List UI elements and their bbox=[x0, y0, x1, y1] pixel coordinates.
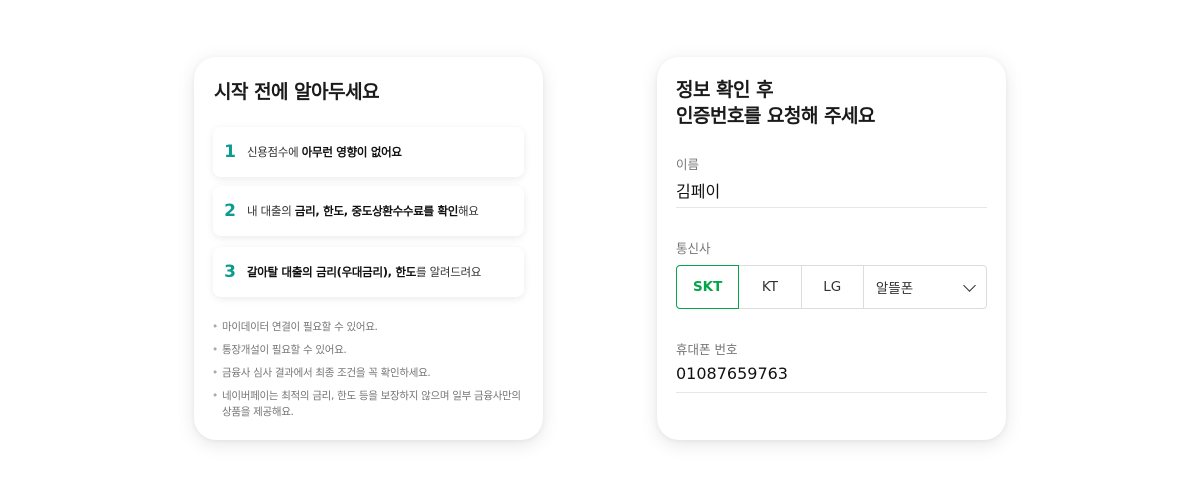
notice-title: 시작 전에 알아두세요 bbox=[214, 81, 380, 103]
carrier-selector: SKT KT LG 알뜰폰 bbox=[676, 265, 987, 309]
form-title: 정보 확인 후 인증번호를 요청해 주세요 bbox=[676, 79, 876, 127]
carrier-option-lg[interactable]: LG bbox=[800, 266, 863, 308]
note-item: • 통장개설이 필요할 수 있어요. bbox=[212, 344, 347, 356]
step-text: 신용점수에 아무런 영향이 없어요 bbox=[247, 145, 402, 159]
note-item: • 금융사 심사 결과에서 최종 조건을 꼭 확인하세요. bbox=[212, 367, 431, 379]
step-3: 3 갈아탈 대출의 금리(우대금리), 한도를 알려드려요 bbox=[213, 247, 524, 297]
note-item: • 마이데이터 연결이 필요할 수 있어요. bbox=[212, 321, 378, 333]
bullet-icon: • bbox=[212, 344, 218, 356]
notes-list: • 마이데이터 연결이 필요할 수 있어요. • 통장개설이 필요할 수 있어요. … bbox=[212, 319, 530, 427]
carrier-mvno-label: 알뜰폰 bbox=[875, 281, 914, 297]
divider bbox=[676, 207, 987, 208]
name-field[interactable]: 김페이 bbox=[676, 178, 720, 202]
divider bbox=[676, 392, 987, 393]
carrier-option-skt[interactable]: SKT bbox=[676, 265, 740, 309]
verification-form-card: 정보 확인 후 인증번호를 요청해 주세요 이름 김페이 통신사 SKT KT … bbox=[657, 57, 1006, 440]
notice-card: 시작 전에 알아두세요 1 신용점수에 아무런 영향이 없어요 2 내 대출의 … bbox=[194, 57, 543, 440]
carrier-mvno-dropdown[interactable]: 알뜰폰 bbox=[862, 266, 986, 308]
note-item: • 네이버페이는 최적의 금리, 한도 등을 보장하지 않으며 일부 금융사만의 … bbox=[212, 390, 521, 418]
chevron-down-icon bbox=[963, 278, 976, 292]
phone-field[interactable]: 01087659763 bbox=[676, 364, 788, 383]
step-1: 1 신용점수에 아무런 영향이 없어요 bbox=[213, 127, 524, 177]
step-number: 3 bbox=[224, 262, 236, 282]
carrier-label: 통신사 bbox=[676, 241, 711, 256]
step-text: 갈아탈 대출의 금리(우대금리), 한도를 알려드려요 bbox=[247, 265, 482, 279]
step-number: 1 bbox=[224, 142, 236, 162]
bullet-icon: • bbox=[212, 390, 218, 402]
bullet-icon: • bbox=[212, 367, 218, 379]
step-2: 2 내 대출의 금리, 한도, 중도상환수수료를 확인해요 bbox=[213, 186, 524, 236]
step-number: 2 bbox=[224, 201, 236, 221]
step-text: 내 대출의 금리, 한도, 중도상환수수료를 확인해요 bbox=[247, 204, 479, 218]
carrier-option-kt[interactable]: KT bbox=[738, 266, 800, 308]
name-label: 이름 bbox=[676, 157, 700, 172]
phone-label: 휴대폰 번호 bbox=[676, 342, 738, 357]
bullet-icon: • bbox=[212, 321, 218, 333]
